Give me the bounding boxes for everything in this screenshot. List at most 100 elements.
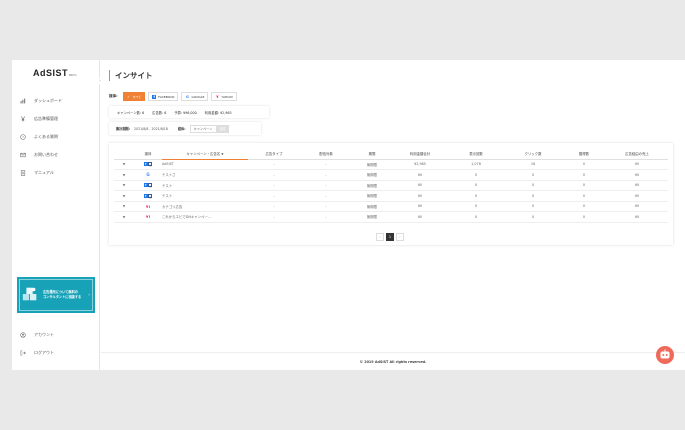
consultation-banner[interactable]: 広告運用について無料の コンサルタントに相談する › <box>17 277 95 313</box>
type-cell: - <box>248 169 300 181</box>
sidebar-item-ad-management[interactable]: 広告準備管理 <box>20 110 98 128</box>
google-icon: G <box>186 94 189 99</box>
table-header-name[interactable]: キャンペーン・広告名 ▼ <box>162 148 248 160</box>
brand-logo[interactable]: AdSISTBETA <box>33 68 77 78</box>
period-cell: 無期限 <box>352 190 392 202</box>
facebook-icon: f <box>143 162 148 167</box>
media-cell: f ◻ <box>134 159 162 170</box>
sidebar: AdSISTBETA › ダッシュボード 広告準備管理 ? よくある質問 お問い… <box>12 60 103 370</box>
spend-cell: ¥0 <box>392 201 448 212</box>
table-row[interactable]: ▼ Y! これからエビでDNキャンペー... - - 無期限 ¥0 0 0 0 … <box>114 211 668 223</box>
media-cell: f ◻ <box>134 180 162 191</box>
svg-text:?: ? <box>22 135 24 139</box>
sidebar-bottom-nav: アカウント ログアウト <box>20 326 98 362</box>
table-header-spend[interactable]: 利用金額合計 <box>392 148 448 160</box>
name-cell[interactable]: AdSIST <box>162 159 248 170</box>
sidebar-item-dashboard[interactable]: ダッシュボード <box>20 92 98 110</box>
target-cell: - <box>300 190 352 202</box>
name-cell[interactable]: テスト <box>162 190 248 202</box>
caret-down-icon[interactable]: ▼ <box>123 215 125 219</box>
table-row[interactable]: ▼ G テストさ - - 無期限 ¥0 0 0 0 ¥0 <box>114 169 668 181</box>
conversions-cell: 0 <box>562 169 606 181</box>
sidebar-item-faq[interactable]: ? よくある質問 <box>20 128 98 146</box>
name-cell[interactable]: テスト <box>162 180 248 191</box>
instagram-icon: ◻ <box>148 193 153 199</box>
impressions-cell: 0 <box>448 201 504 212</box>
sidebar-item-logout[interactable]: ログアウト <box>20 344 98 362</box>
table-header-impressions[interactable]: 表示回数 <box>448 148 504 160</box>
table-header-expand <box>114 148 134 160</box>
period-range[interactable]: 2021/8/8 - 2021/8/18 <box>134 127 168 131</box>
stat-campaigns: キャンペーン数: 6 <box>117 110 145 115</box>
table-header-period[interactable]: 期間 <box>352 148 392 160</box>
sidebar-item-account[interactable]: アカウント <box>20 326 98 344</box>
yahoo-icon: Y <box>216 94 219 99</box>
sidebar-item-label: ダッシュボード <box>34 98 62 103</box>
table-row[interactable]: ▼ f ◻ テスト - - 無期限 ¥0 0 0 0 ¥0 <box>114 180 668 191</box>
impressions-cell: 1,078 <box>448 159 504 170</box>
question-circle-icon: ? <box>20 134 26 140</box>
period-label: 集計期間: <box>116 127 131 131</box>
table-header-ad-type[interactable]: 広告タイプ <box>248 148 300 160</box>
filter-chip-google[interactable]: G GOOGLE <box>181 92 209 101</box>
sidebar-item-label: お問い合わせ <box>34 152 58 157</box>
caret-down-icon[interactable]: ▼ <box>123 194 125 198</box>
table-header-media[interactable]: 媒体 <box>134 148 162 160</box>
google-icon: G <box>146 172 150 178</box>
table-header-conversions[interactable]: 獲得数 <box>562 148 606 160</box>
table-row[interactable]: ▼ f ◻ AdSIST - - 無期限 ¥2,965 1,078 16 0 ¥0 <box>114 159 668 170</box>
period-cell: 無期限 <box>352 201 392 212</box>
caret-down-icon[interactable]: ▼ <box>123 183 125 187</box>
yahoo-icon: Y! <box>145 214 151 220</box>
pagination-next-button[interactable]: › <box>396 233 404 241</box>
clicks-cell: 0 <box>504 169 562 181</box>
filter-chip-facebook[interactable]: f FACEBOOK <box>148 92 179 101</box>
table-header-sales[interactable]: 広告経由の売上 <box>606 148 668 160</box>
caret-down-icon[interactable]: ▼ <box>123 162 125 166</box>
period-filter: 集計期間: 2021/8/8 - 2021/8/18 媒体: キャンペーン 設定 <box>109 122 261 135</box>
stat-spend: 利用金額: ¥2,965 <box>204 110 232 115</box>
table-header-clicks[interactable]: クリック数 <box>504 148 562 160</box>
impressions-cell: 0 <box>448 211 504 223</box>
level-select[interactable]: キャンペーン <box>189 124 217 133</box>
document-icon <box>20 170 26 176</box>
spend-cell: ¥0 <box>392 180 448 191</box>
target-cell: - <box>300 201 352 212</box>
logout-icon <box>20 350 26 356</box>
sidebar-item-label: アカウント <box>34 332 54 337</box>
clicks-cell: 0 <box>504 201 562 212</box>
name-cell[interactable]: テストさ <box>162 169 248 181</box>
caret-down-icon[interactable]: ▼ <box>123 173 125 177</box>
media-cell: G <box>134 169 162 181</box>
apply-button[interactable]: 設定 <box>216 124 229 133</box>
table-row[interactable]: ▼ f ◻ テスト - - 無期限 ¥0 0 0 0 ¥0 <box>114 190 668 202</box>
clicks-cell: 16 <box>504 159 562 170</box>
name-cell[interactable]: これからエビでDNキャンペー... <box>162 211 248 223</box>
main-content: インサイト 媒体: ✓ すべて f FACEBOOK G GOOGLE Y YAHOO!… <box>101 60 685 370</box>
period-cell: 無期限 <box>352 159 392 170</box>
media-label: 媒体: <box>177 127 186 131</box>
table-row[interactable]: ▼ Y! カテゴリ広告 - - 無期限 ¥0 0 0 0 ¥0 <box>114 201 668 212</box>
table-header-target[interactable]: 配信対象 <box>300 148 352 160</box>
clicks-cell: 0 <box>504 180 562 191</box>
chat-button[interactable] <box>656 346 674 364</box>
footer-copyright: © 2019 AdSIST All rights reserved. <box>101 352 685 370</box>
impressions-cell: 0 <box>448 180 504 191</box>
table-header-row: 媒体 キャンペーン・広告名 ▼ 広告タイプ 配信対象 期間 利用金額合計 表示回… <box>114 148 668 160</box>
pagination-page-button[interactable]: 1 <box>386 233 394 241</box>
sidebar-item-contact[interactable]: お問い合わせ <box>20 146 98 164</box>
caret-down-icon: ▼ <box>221 151 224 156</box>
filter-chip-yahoo[interactable]: Y YAHOO! <box>211 92 238 101</box>
impressions-cell: 0 <box>448 169 504 181</box>
boxes-illustration-icon <box>22 287 37 301</box>
caret-down-icon[interactable]: ▼ <box>123 204 125 208</box>
pagination-prev-button[interactable]: ‹ <box>376 233 384 241</box>
spend-cell: ¥0 <box>392 190 448 202</box>
type-cell: - <box>248 180 300 191</box>
clicks-cell: 0 <box>504 190 562 202</box>
period-cell: 無期限 <box>352 169 392 181</box>
impressions-cell: 0 <box>448 190 504 202</box>
name-cell[interactable]: カテゴリ広告 <box>162 201 248 212</box>
filter-chip-all[interactable]: ✓ すべて <box>122 92 146 101</box>
sidebar-item-manual[interactable]: マニュアル <box>20 164 98 182</box>
